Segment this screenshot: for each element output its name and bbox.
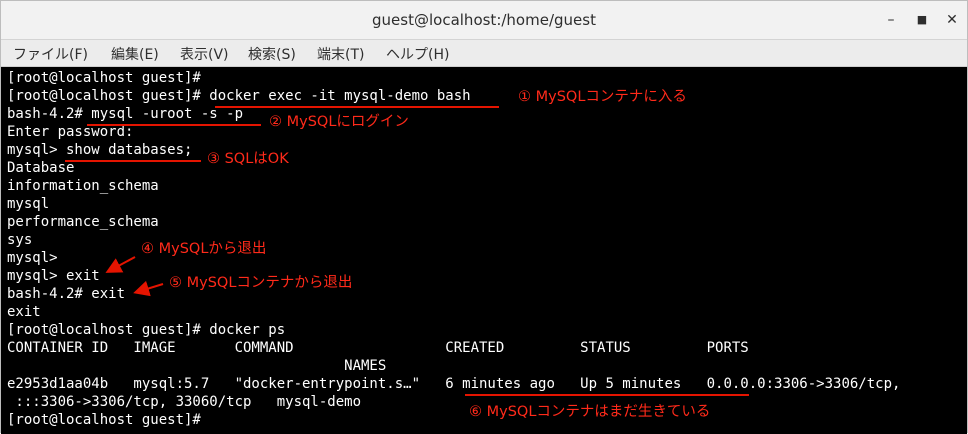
minimize-button[interactable]: –	[881, 10, 901, 30]
menu-view[interactable]: 表示(V)	[180, 44, 229, 64]
terminal-output[interactable]: [root@localhost guest]# [root@localhost …	[1, 67, 967, 434]
annotation-login-mysql: ② MySQLにログイン	[269, 114, 409, 130]
maximize-button[interactable]: ■	[912, 10, 932, 30]
arrow-exit-mysql	[105, 256, 136, 273]
menu-search[interactable]: 検索(S)	[248, 44, 296, 64]
annotation-container-alive: ⑥ MySQLコンテナはまだ生きている	[469, 404, 711, 420]
arrow-exit-container	[133, 280, 164, 297]
terminal-window: guest@localhost:/home/guest – ■ ✕ ファイル(F…	[0, 0, 968, 434]
annotation-sql-ok: ③ SQLはOK	[207, 151, 289, 167]
menu-file[interactable]: ファイル(F)	[13, 44, 88, 64]
title-bar[interactable]: guest@localhost:/home/guest – ■ ✕	[1, 1, 967, 40]
menu-edit[interactable]: 編集(E)	[111, 44, 159, 64]
window-title: guest@localhost:/home/guest	[372, 11, 596, 29]
annotation-exit-container: ⑤ MySQLコンテナから退出	[169, 275, 353, 291]
annotation-enter-container: ① MySQLコンテナに入る	[518, 89, 687, 105]
annotation-exit-mysql: ④ MySQLから退出	[141, 241, 267, 257]
menu-terminal[interactable]: 端末(T)	[317, 44, 364, 64]
close-button[interactable]: ✕	[942, 10, 962, 30]
menu-bar: ファイル(F) 編集(E) 表示(V) 検索(S) 端末(T) ヘルプ(H)	[1, 40, 967, 67]
menu-help[interactable]: ヘルプ(H)	[386, 44, 449, 64]
